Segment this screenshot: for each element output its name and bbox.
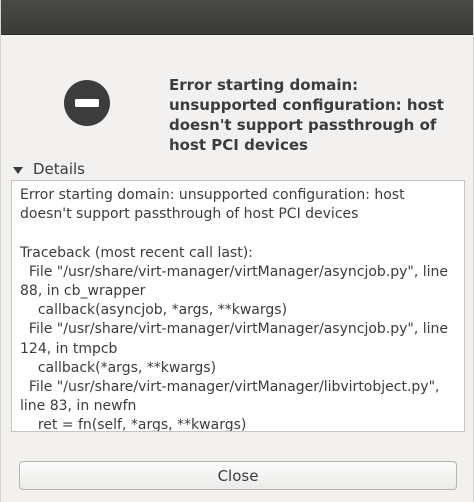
details-expander[interactable]: Details [13, 160, 85, 178]
error-dialog: Error starting domain: unsupported confi… [0, 0, 474, 502]
close-button[interactable]: Close [19, 461, 457, 490]
details-text-view[interactable]: Error starting domain: unsupported confi… [11, 180, 465, 432]
triangle-down-icon [13, 166, 23, 174]
traceback-text: Error starting domain: unsupported confi… [20, 187, 449, 432]
error-icon [64, 80, 110, 126]
error-headline: Error starting domain: unsupported confi… [169, 76, 444, 154]
details-label: Details [33, 160, 86, 178]
dialog-header: Error starting domain: unsupported confi… [1, 35, 473, 155]
title-bar[interactable] [1, 0, 473, 35]
